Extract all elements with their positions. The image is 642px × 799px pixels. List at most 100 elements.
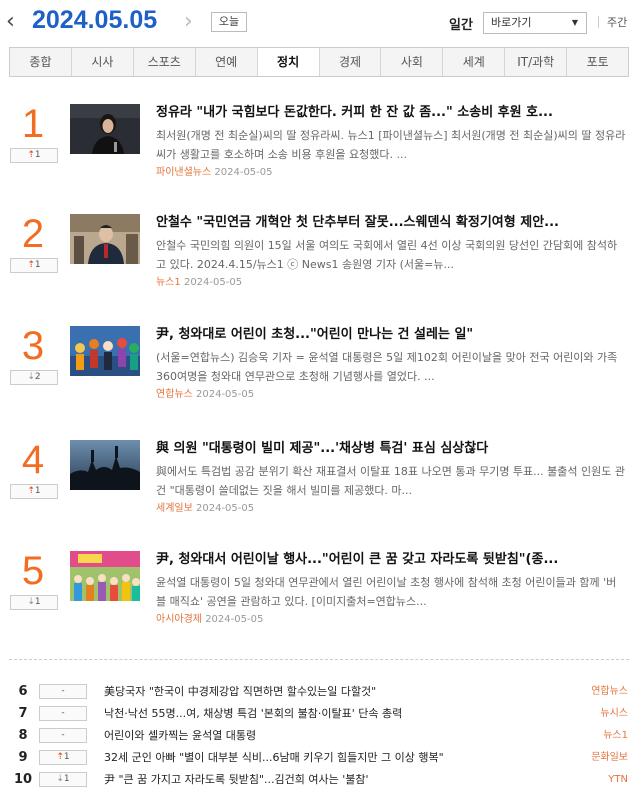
tab-world[interactable]: 세계 bbox=[442, 48, 504, 76]
news-meta: 파이낸셜뉴스 2024-05-05 bbox=[156, 166, 273, 180]
rank-change-badge: ⇡1 bbox=[10, 148, 58, 163]
tab-sports[interactable]: 스포츠 bbox=[132, 48, 195, 76]
rank-change-badge: ⇡1 bbox=[39, 750, 87, 765]
news-source: 연합뉴스 bbox=[156, 389, 193, 400]
news-date: 2024-05-05 bbox=[196, 389, 255, 400]
section-divider bbox=[9, 659, 629, 660]
header-divider bbox=[598, 16, 599, 28]
ranking-item: 4 ⇡1 與 의원 "대통령이 빌미 제공"...'채상병 특검' 표심 심상찮… bbox=[0, 438, 642, 550]
news-title-link[interactable]: 32세 군인 아빠 "별이 대부분 식비...6남매 키우기 힘들지만 그 이상… bbox=[104, 748, 574, 767]
rank-change-value: 1 bbox=[34, 150, 41, 160]
news-source: 파이낸셜뉴스 bbox=[156, 167, 212, 178]
news-source: 뉴스1 bbox=[603, 730, 628, 741]
news-title-link[interactable]: 정유라 "내가 국힘보다 돈값한다. 커피 한 잔 값 좀..." 소송비 후원… bbox=[156, 104, 626, 122]
news-date: 2024-05-05 bbox=[196, 503, 255, 514]
list-item: 7 - 낙천·낙선 55명...여, 채상병 특검 '본회의 불참·이탈표' 단… bbox=[0, 704, 642, 723]
news-thumbnail[interactable] bbox=[70, 551, 140, 601]
news-source: 문화일보 bbox=[591, 752, 628, 763]
prev-day-icon[interactable]: ‹ bbox=[6, 10, 26, 34]
news-date: 2024-05-05 bbox=[183, 277, 243, 288]
rank-number: 5 bbox=[21, 549, 45, 593]
category-tabs: 종합 시사 스포츠 연예 정치 경제 사회 세계 IT/과학 포토 bbox=[9, 47, 629, 77]
chevron-down-icon: ▼ bbox=[571, 18, 578, 27]
news-summary: (서울=연합뉴스) 김승욱 기자 = 윤석열 대통령은 5일 제102회 어린이… bbox=[156, 351, 618, 383]
rank-number: 4 bbox=[21, 438, 45, 482]
rank-change-badge: ⇣1 bbox=[39, 772, 87, 787]
news-source: 세계일보 bbox=[156, 503, 193, 514]
news-title-link[interactable]: 尹 "큰 꿈 가지고 자라도록 뒷받침"...김건희 여사는 '불참' bbox=[104, 770, 574, 789]
news-thumbnail[interactable] bbox=[70, 440, 140, 490]
tab-politics[interactable]: 정치 bbox=[256, 48, 319, 76]
list-item: 8 - 어린이와 셀카찍는 윤석열 대통령 뉴스1 bbox=[0, 726, 642, 745]
news-title-link[interactable]: 어린이와 셀카찍는 윤석열 대통령 bbox=[104, 726, 574, 745]
rank-change-badge: ⇡1 bbox=[10, 484, 58, 499]
down-arrow-icon: ⇣ bbox=[56, 774, 64, 784]
period-weekly-tab[interactable]: 주간 bbox=[607, 14, 627, 30]
list-item: 6 - 美당국자 "한국이 中경제강압 직면하면 할수있는일 다할것" 연합뉴스 bbox=[0, 682, 642, 701]
news-title-link[interactable]: 美당국자 "한국이 中경제강압 직면하면 할수있는일 다할것" bbox=[104, 682, 574, 701]
next-day-icon[interactable]: › bbox=[184, 10, 202, 34]
tab-society[interactable]: 사회 bbox=[380, 48, 442, 76]
news-title-link[interactable]: 안철수 "국민연금 개혁안 첫 단추부터 잘못...스웨덴식 확정기여형 제안.… bbox=[156, 214, 626, 232]
rank-change-value: 1 bbox=[63, 774, 70, 784]
ranking-item: 3 ⇣2 尹, 청와대로 어린이 초청..."어린이 만나는 건 설레는 일" … bbox=[0, 324, 642, 436]
rank-change-value: 1 bbox=[34, 260, 41, 270]
news-source: 아시아경제 bbox=[156, 614, 202, 625]
today-button[interactable]: 오늘 bbox=[211, 12, 247, 32]
news-source: 연합뉴스 bbox=[591, 686, 628, 697]
rank-number: 1 bbox=[21, 102, 45, 146]
news-thumbnail[interactable] bbox=[70, 326, 140, 376]
up-arrow-icon: ⇡ bbox=[27, 486, 35, 496]
rank-change-badge: - bbox=[39, 684, 87, 699]
news-source: 뉴시스 bbox=[600, 708, 628, 719]
news-meta: 연합뉴스 2024-05-05 bbox=[156, 388, 254, 402]
news-summary: 윤석열 대통령이 5일 청와대 연무관에서 열린 어린이날 초청 행사에 참석해… bbox=[156, 576, 617, 608]
rank-change-value: 1 bbox=[34, 486, 41, 496]
rank-number: 7 bbox=[18, 706, 28, 721]
ranking-header: ‹ 2024.05.05 › 오늘 일간 바로가기 ▼ 주간 bbox=[0, 0, 642, 44]
news-meta: 아시아경제 2024-05-05 bbox=[156, 613, 263, 627]
news-summary: 최서원(개명 전 최순실)씨의 딸 정유라씨. 뉴스1 [파이낸셜뉴스] 최서원… bbox=[156, 129, 626, 161]
ranking-item: 5 ⇣1 尹, 청와대서 어린이날 행사..."어린이 큰 꿈 갖고 자라도록 … bbox=[0, 549, 642, 661]
goto-select-label: 바로가기 bbox=[491, 16, 532, 29]
rank-number: 9 bbox=[18, 750, 28, 765]
tab-general[interactable]: 종합 bbox=[10, 48, 71, 76]
rank-change-badge: ⇡1 bbox=[10, 258, 58, 273]
up-arrow-icon: ⇡ bbox=[27, 260, 35, 270]
rank-change-value: 2 bbox=[34, 372, 41, 382]
rank-number: 2 bbox=[21, 212, 45, 256]
news-title-link[interactable]: 尹, 청와대로 어린이 초청..."어린이 만나는 건 설레는 일" bbox=[156, 326, 626, 344]
list-item: 9 ⇡1 32세 군인 아빠 "별이 대부분 식비...6남매 키우기 힘들지만… bbox=[0, 748, 642, 767]
tab-photo[interactable]: 포토 bbox=[566, 48, 628, 76]
up-arrow-icon: ⇡ bbox=[27, 150, 35, 160]
rank-number: 6 bbox=[18, 684, 28, 699]
news-date: 2024-05-05 bbox=[214, 167, 273, 178]
news-thumbnail[interactable] bbox=[70, 214, 140, 264]
news-title-link[interactable]: 與 의원 "대통령이 빌미 제공"...'채상병 특검' 표심 심상찮다 bbox=[156, 440, 626, 458]
ranking-date: 2024.05.05 bbox=[32, 6, 158, 34]
news-source: YTN bbox=[608, 774, 628, 785]
tab-current-affairs[interactable]: 시사 bbox=[70, 48, 133, 76]
news-title-link[interactable]: 낙천·낙선 55명...여, 채상병 특검 '본회의 불참·이탈표' 단속 총력 bbox=[104, 704, 574, 723]
tab-it-science[interactable]: IT/과학 bbox=[504, 48, 566, 76]
rank-change-badge: - bbox=[39, 728, 87, 743]
tab-entertainment[interactable]: 연예 bbox=[194, 48, 257, 76]
ranking-item: 2 ⇡1 안철수 "국민연금 개혁안 첫 단추부터 잘못...스웨덴식 확정기여… bbox=[0, 212, 642, 324]
rank-number: 8 bbox=[18, 728, 28, 743]
tab-economy[interactable]: 경제 bbox=[318, 48, 381, 76]
rank-number: 10 bbox=[13, 772, 33, 787]
goto-select[interactable]: 바로가기 ▼ bbox=[483, 12, 587, 34]
list-item: 10 ⇣1 尹 "큰 꿈 가지고 자라도록 뒷받침"...김건희 여사는 '불참… bbox=[0, 770, 642, 789]
rank-change-value: 1 bbox=[34, 597, 41, 607]
news-source: 뉴스1 bbox=[156, 277, 181, 288]
news-title-link[interactable]: 尹, 청와대서 어린이날 행사..."어린이 큰 꿈 갖고 자라도록 뒷받침"(… bbox=[156, 551, 626, 569]
news-date: 2024-05-05 bbox=[205, 614, 264, 625]
ranking-item: 1 ⇡1 정유라 "내가 국힘보다 돈값한다. 커피 한 잔 값 좀..." 소… bbox=[0, 102, 642, 214]
news-thumbnail[interactable] bbox=[70, 104, 140, 154]
rank-change-badge: - bbox=[39, 706, 87, 721]
rank-change-value: 1 bbox=[63, 752, 70, 762]
period-daily-tab[interactable]: 일간 bbox=[449, 14, 473, 33]
up-arrow-icon: ⇡ bbox=[56, 752, 64, 762]
down-arrow-icon: ⇣ bbox=[27, 372, 35, 382]
down-arrow-icon: ⇣ bbox=[27, 597, 35, 607]
